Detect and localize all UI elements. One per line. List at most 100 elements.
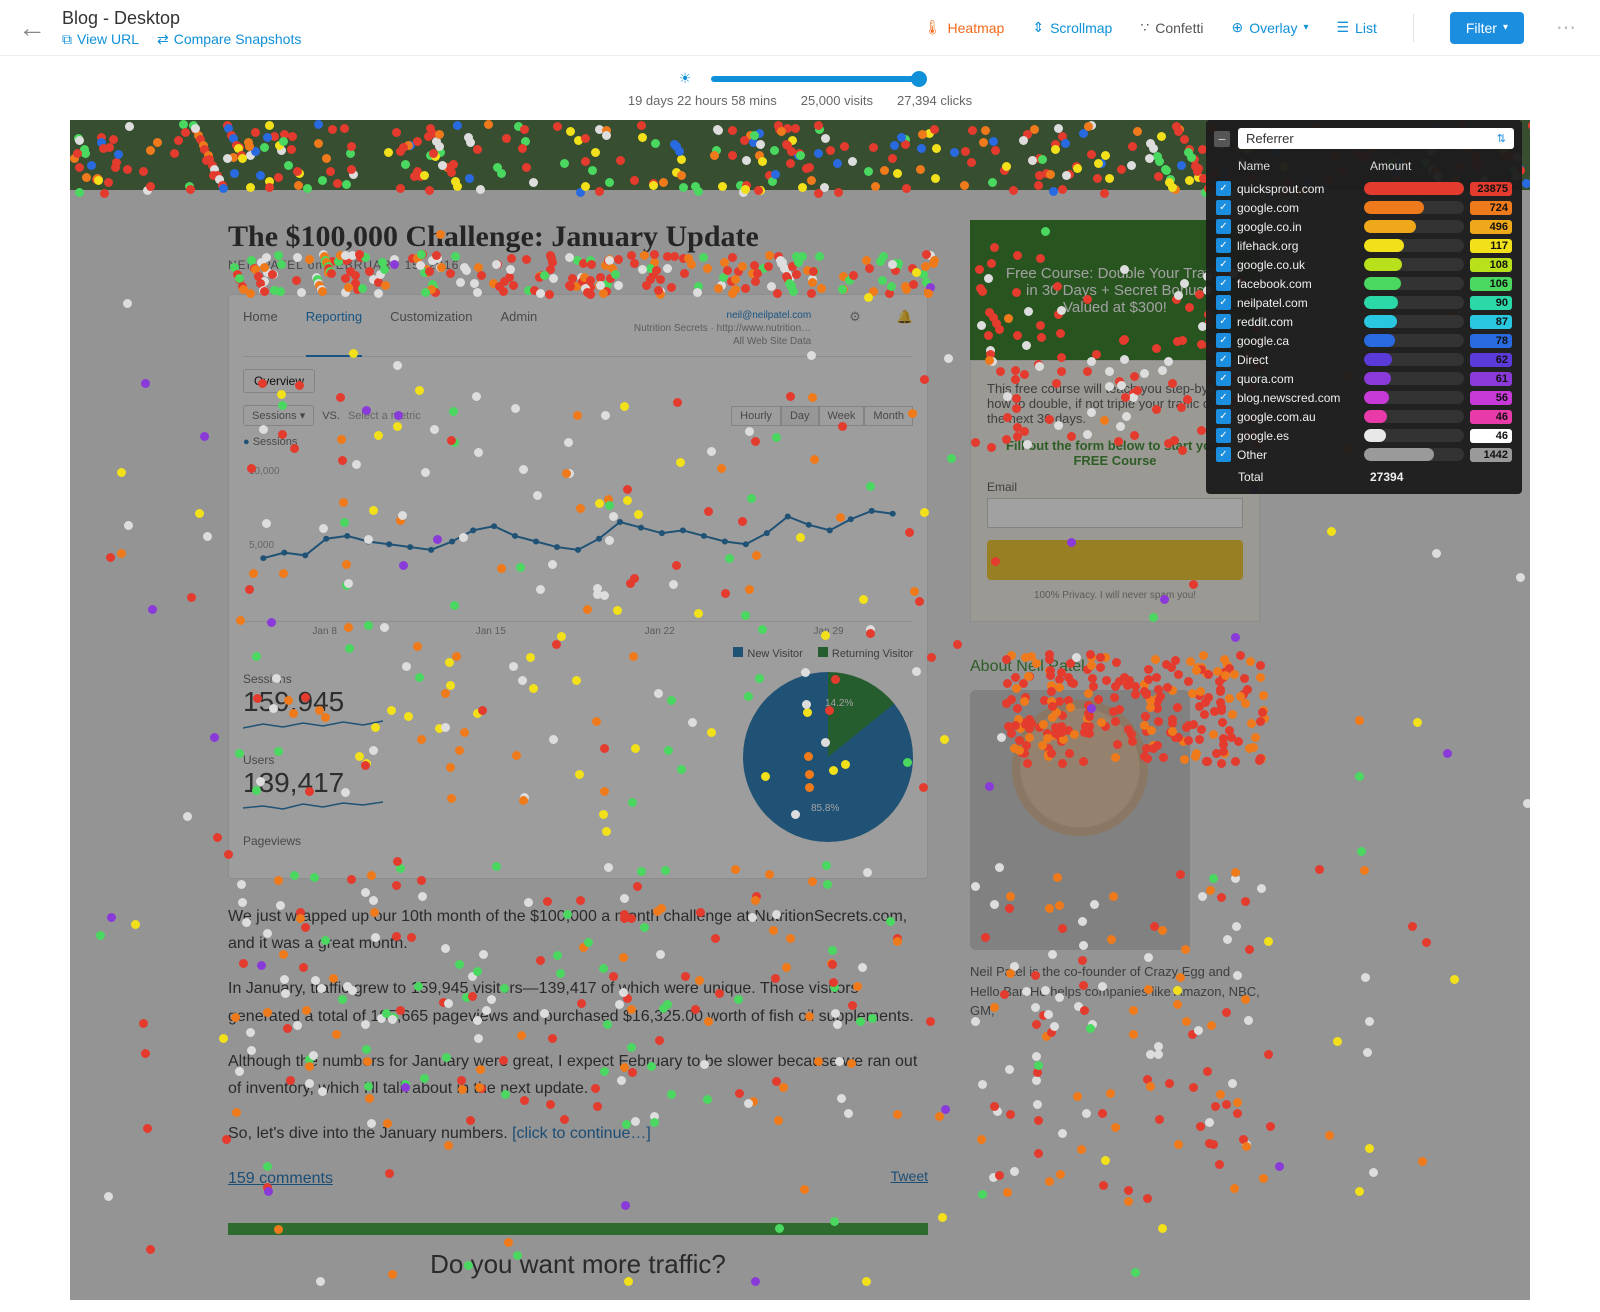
tab-list[interactable]: ☰List <box>1336 19 1376 36</box>
confetti-dot <box>1124 1186 1133 1195</box>
confetti-dot <box>1205 1139 1214 1148</box>
confetti-dot <box>1096 653 1105 662</box>
referrer-row[interactable]: ✓quora.com61 <box>1214 369 1514 388</box>
confetti-dot <box>1357 847 1366 856</box>
referrer-row[interactable]: ✓google.com.au46 <box>1214 407 1514 426</box>
brightness-slider[interactable] <box>711 76 921 82</box>
back-arrow[interactable]: ← <box>18 12 46 44</box>
confetti-dot <box>99 144 108 153</box>
confetti-dot <box>587 260 596 269</box>
checkbox-icon[interactable]: ✓ <box>1216 352 1231 367</box>
confetti-dot <box>1165 1079 1174 1088</box>
confetti-dot <box>540 1009 549 1018</box>
filter-button[interactable]: Filter▾ <box>1450 12 1524 44</box>
confetti-dot <box>677 765 686 774</box>
view-url-link[interactable]: ⧉View URL <box>62 31 139 48</box>
checkbox-icon[interactable]: ✓ <box>1216 314 1231 329</box>
confetti-dot <box>718 182 727 191</box>
confetti-dot <box>971 882 980 891</box>
referrer-row[interactable]: ✓google.com724 <box>1214 198 1514 217</box>
referrer-row[interactable]: ✓google.co.uk108 <box>1214 255 1514 274</box>
checkbox-icon[interactable]: ✓ <box>1216 409 1231 424</box>
confetti-dot <box>912 268 921 277</box>
checkbox-icon[interactable]: ✓ <box>1216 447 1231 462</box>
confetti-dot <box>586 276 595 285</box>
checkbox-icon[interactable]: ✓ <box>1216 219 1231 234</box>
referrer-row[interactable]: ✓Other1442 <box>1214 445 1514 464</box>
confetti-dot <box>837 1094 846 1103</box>
checkbox-icon[interactable]: ✓ <box>1216 200 1231 215</box>
confetti-dot <box>1086 1024 1095 1033</box>
confetti-dot <box>435 130 444 139</box>
referrer-row[interactable]: ✓Direct62 <box>1214 350 1514 369</box>
confetti-dot <box>1194 1026 1203 1035</box>
referrer-row[interactable]: ✓blog.newscred.com56 <box>1214 388 1514 407</box>
snapshot-canvas: The $100,000 Challenge: January Update N… <box>70 120 1530 1300</box>
tab-overlay[interactable]: ⊕Overlay▾ <box>1231 19 1308 36</box>
confetti-dot <box>560 1115 569 1124</box>
referrer-row[interactable]: ✓ quicksprout.com 23875 <box>1214 179 1514 198</box>
confetti-dot <box>381 281 390 290</box>
confetti-dot <box>384 148 393 157</box>
confetti-dot <box>413 137 422 146</box>
checkbox-icon[interactable]: ✓ <box>1216 276 1231 291</box>
referrer-panel[interactable]: − Referrer ⇅ Name Amount ✓quicksprout.co… <box>1206 120 1522 494</box>
checkbox-icon[interactable]: ✓ <box>1216 181 1231 196</box>
tab-heatmap[interactable]: 🌡Heatmap <box>924 19 1005 36</box>
confetti-dot <box>460 263 469 272</box>
minimize-button[interactable]: − <box>1214 131 1230 147</box>
confetti-dot <box>1168 379 1177 388</box>
confetti-dot <box>985 308 994 317</box>
confetti-dot <box>1365 1144 1374 1153</box>
confetti-dot <box>1050 1022 1059 1031</box>
confetti-dot <box>252 652 261 661</box>
segment-select[interactable]: Referrer ⇅ <box>1238 128 1514 149</box>
confetti-dot <box>663 252 672 261</box>
confetti-dot <box>831 675 840 684</box>
confetti-dot <box>1124 1197 1133 1206</box>
confetti-dot <box>1023 440 1032 449</box>
confetti-dot <box>1010 1167 1019 1176</box>
confetti-dot <box>1170 436 1179 445</box>
referrer-row[interactable]: ✓google.es46 <box>1214 426 1514 445</box>
referrer-row[interactable]: ✓facebook.com106 <box>1214 274 1514 293</box>
tab-scrollmap[interactable]: ⇕Scrollmap <box>1032 19 1112 36</box>
referrer-row[interactable]: ✓lifehack.org117 <box>1214 236 1514 255</box>
checkbox-icon[interactable]: ✓ <box>1216 238 1231 253</box>
compare-snapshots-link[interactable]: ⇄Compare Snapshots <box>157 31 301 48</box>
list-icon: ☰ <box>1336 19 1349 36</box>
confetti-dot <box>1217 706 1226 715</box>
checkbox-icon[interactable]: ✓ <box>1216 371 1231 386</box>
referrer-row[interactable]: ✓google.co.in496 <box>1214 217 1514 236</box>
confetti-dot <box>1085 712 1094 721</box>
more-menu[interactable]: ⋯ <box>1552 15 1582 40</box>
confetti-dot <box>1355 716 1364 725</box>
confetti-dot <box>614 255 623 264</box>
checkbox-icon[interactable]: ✓ <box>1216 295 1231 310</box>
confetti-dot <box>1185 303 1194 312</box>
confetti-dot <box>482 1006 491 1015</box>
referrer-bar <box>1364 182 1464 195</box>
referrer-value: 23875 <box>1470 182 1512 196</box>
referrer-name: quicksprout.com <box>1237 182 1358 196</box>
confetti-dot <box>1089 682 1098 691</box>
confetti-dot <box>1443 749 1452 758</box>
confetti-dot <box>286 1076 295 1085</box>
referrer-row[interactable]: ✓reddit.com87 <box>1214 312 1514 331</box>
confetti-dot <box>765 251 774 260</box>
confetti-dot <box>699 253 708 262</box>
checkbox-icon[interactable]: ✓ <box>1216 428 1231 443</box>
checkbox-icon[interactable]: ✓ <box>1216 257 1231 272</box>
checkbox-icon[interactable]: ✓ <box>1216 390 1231 405</box>
confetti-dot <box>174 136 183 145</box>
referrer-row[interactable]: ✓google.ca78 <box>1214 331 1514 350</box>
checkbox-icon[interactable]: ✓ <box>1216 333 1231 348</box>
confetti-dot <box>1163 683 1172 692</box>
confetti-dot <box>577 999 586 1008</box>
confetti-dot <box>984 331 993 340</box>
confetti-dot <box>1034 1061 1043 1070</box>
confetti-dot <box>1225 726 1234 735</box>
confetti-dot <box>602 827 611 836</box>
tab-confetti[interactable]: ∵Confetti <box>1140 19 1203 36</box>
referrer-row[interactable]: ✓neilpatel.com90 <box>1214 293 1514 312</box>
